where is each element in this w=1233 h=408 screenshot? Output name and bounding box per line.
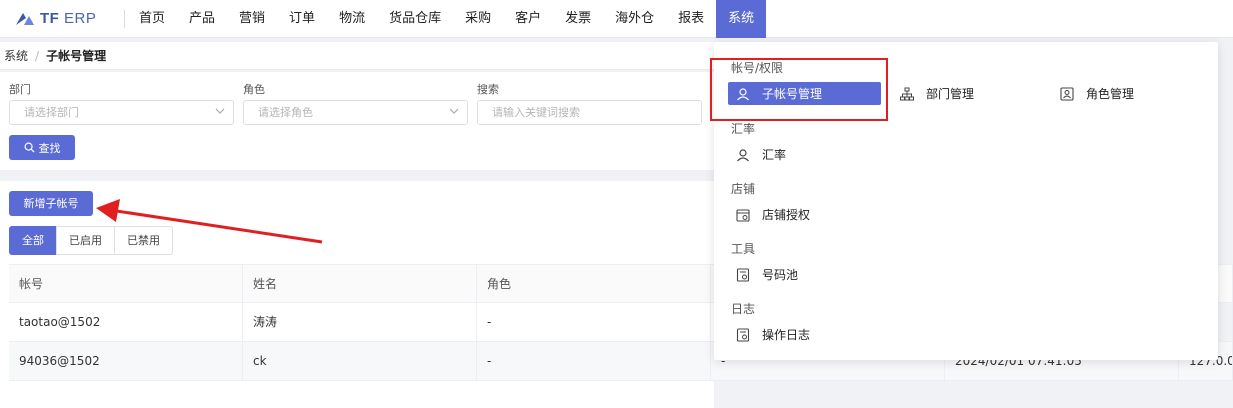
menu-item-label: 店铺授权 [762, 208, 811, 222]
chevron-down-icon [215, 108, 225, 114]
column-header-name[interactable]: 姓名 [243, 265, 477, 302]
cell-name: ck [243, 342, 477, 380]
filter-panel: 部门 请选择部门 角色 请选择角色 搜索 请输入关键词搜索 查找 [0, 72, 714, 170]
nav-menu: 首页 产品 营销 订单 物流 货品仓库 采购 客户 发票 海外仓 报表 系统 [127, 0, 767, 38]
top-nav: TF ERP 首页 产品 营销 订单 物流 货品仓库 采购 客户 发票 海外仓 … [0, 0, 1233, 38]
menu-item-exchange-rate[interactable]: 汇率 [728, 143, 881, 166]
shop-icon [736, 208, 750, 222]
role-label: 角色 [243, 83, 265, 96]
column-header-role[interactable]: 角色 [477, 265, 711, 302]
menu-item-label: 号码池 [762, 268, 799, 282]
logo[interactable]: TF ERP [0, 0, 124, 38]
user-icon [736, 148, 750, 162]
breadcrumb-current: 子帐号管理 [46, 49, 107, 63]
cell-role: - [477, 342, 711, 380]
search-label: 搜索 [477, 83, 499, 96]
search-placeholder: 请输入关键词搜索 [492, 106, 580, 119]
nav-item-home[interactable]: 首页 [127, 0, 177, 38]
status-tabs: 全部 已启用 已禁用 [9, 226, 173, 255]
nav-item-overseas-warehouse[interactable]: 海外仓 [603, 0, 666, 38]
cell-role: - [477, 303, 711, 341]
nav-divider [124, 9, 125, 28]
group-title-shop: 店铺 [731, 182, 756, 196]
user-icon [736, 87, 750, 101]
org-tree-icon [900, 87, 914, 101]
breadcrumb-root[interactable]: 系统 [4, 49, 28, 63]
search-input[interactable]: 请输入关键词搜索 [477, 100, 702, 125]
department-label: 部门 [9, 83, 31, 96]
menu-item-label: 操作日志 [762, 328, 811, 342]
doc-icon [736, 267, 750, 282]
logo-text-bold: TF [40, 10, 60, 27]
nav-item-invoices[interactable]: 发票 [553, 0, 603, 38]
breadcrumb-separator: / [35, 49, 40, 63]
search-button-label: 查找 [38, 141, 61, 155]
search-icon [24, 142, 35, 153]
group-title-logs: 日志 [731, 302, 756, 316]
cell-account: 94036@1502 [9, 342, 243, 380]
department-placeholder: 请选择部门 [24, 106, 79, 119]
logo-text-thin: ERP [64, 10, 97, 27]
menu-item-label: 角色管理 [1086, 87, 1135, 101]
chevron-down-icon [449, 108, 459, 114]
role-select[interactable]: 请选择角色 [243, 100, 468, 125]
group-title-account-permission: 帐号/权限 [731, 61, 784, 75]
menu-item-label: 汇率 [762, 148, 787, 162]
role-card-icon [1060, 86, 1074, 101]
nav-item-warehouse[interactable]: 货品仓库 [377, 0, 453, 38]
department-select[interactable]: 请选择部门 [9, 100, 234, 125]
breadcrumb: 系统 / 子帐号管理 [0, 42, 714, 70]
column-header-account[interactable]: 帐号 [9, 265, 243, 302]
menu-item-department-management[interactable]: 部门管理 [892, 82, 1032, 105]
system-dropdown-menu: 帐号/权限 子帐号管理 部门管理 角色管理 汇率 汇率 店铺 店铺授权 工具 号… [714, 42, 1218, 360]
nav-item-marketing[interactable]: 营销 [227, 0, 277, 38]
nav-item-system[interactable]: 系统 [716, 0, 767, 38]
menu-item-number-pool[interactable]: 号码池 [728, 263, 881, 286]
logo-mark-icon [14, 11, 36, 27]
group-title-exchange-rate: 汇率 [731, 122, 756, 136]
cell-name: 涛涛 [243, 303, 477, 341]
menu-item-role-management[interactable]: 角色管理 [1052, 82, 1192, 105]
menu-item-sub-account-management[interactable]: 子帐号管理 [728, 82, 881, 105]
nav-item-orders[interactable]: 订单 [277, 0, 327, 38]
group-title-tools: 工具 [731, 242, 756, 256]
nav-item-products[interactable]: 产品 [177, 0, 227, 38]
nav-item-reports[interactable]: 报表 [666, 0, 716, 38]
menu-item-operation-log[interactable]: 操作日志 [728, 323, 881, 346]
nav-item-customers[interactable]: 客户 [503, 0, 553, 38]
tab-enabled[interactable]: 已启用 [56, 226, 115, 255]
tab-disabled[interactable]: 已禁用 [114, 226, 173, 255]
role-placeholder: 请选择角色 [258, 106, 313, 119]
nav-item-purchasing[interactable]: 采购 [453, 0, 503, 38]
nav-item-logistics[interactable]: 物流 [327, 0, 377, 38]
menu-item-shop-authorization[interactable]: 店铺授权 [728, 203, 881, 226]
search-button[interactable]: 查找 [9, 135, 75, 160]
add-sub-account-button[interactable]: 新增子帐号 [9, 191, 93, 216]
doc-icon [736, 327, 750, 342]
cell-account: taotao@1502 [9, 303, 243, 341]
tab-all[interactable]: 全部 [9, 226, 57, 255]
menu-item-label: 部门管理 [926, 87, 975, 101]
menu-item-label: 子帐号管理 [762, 87, 823, 101]
